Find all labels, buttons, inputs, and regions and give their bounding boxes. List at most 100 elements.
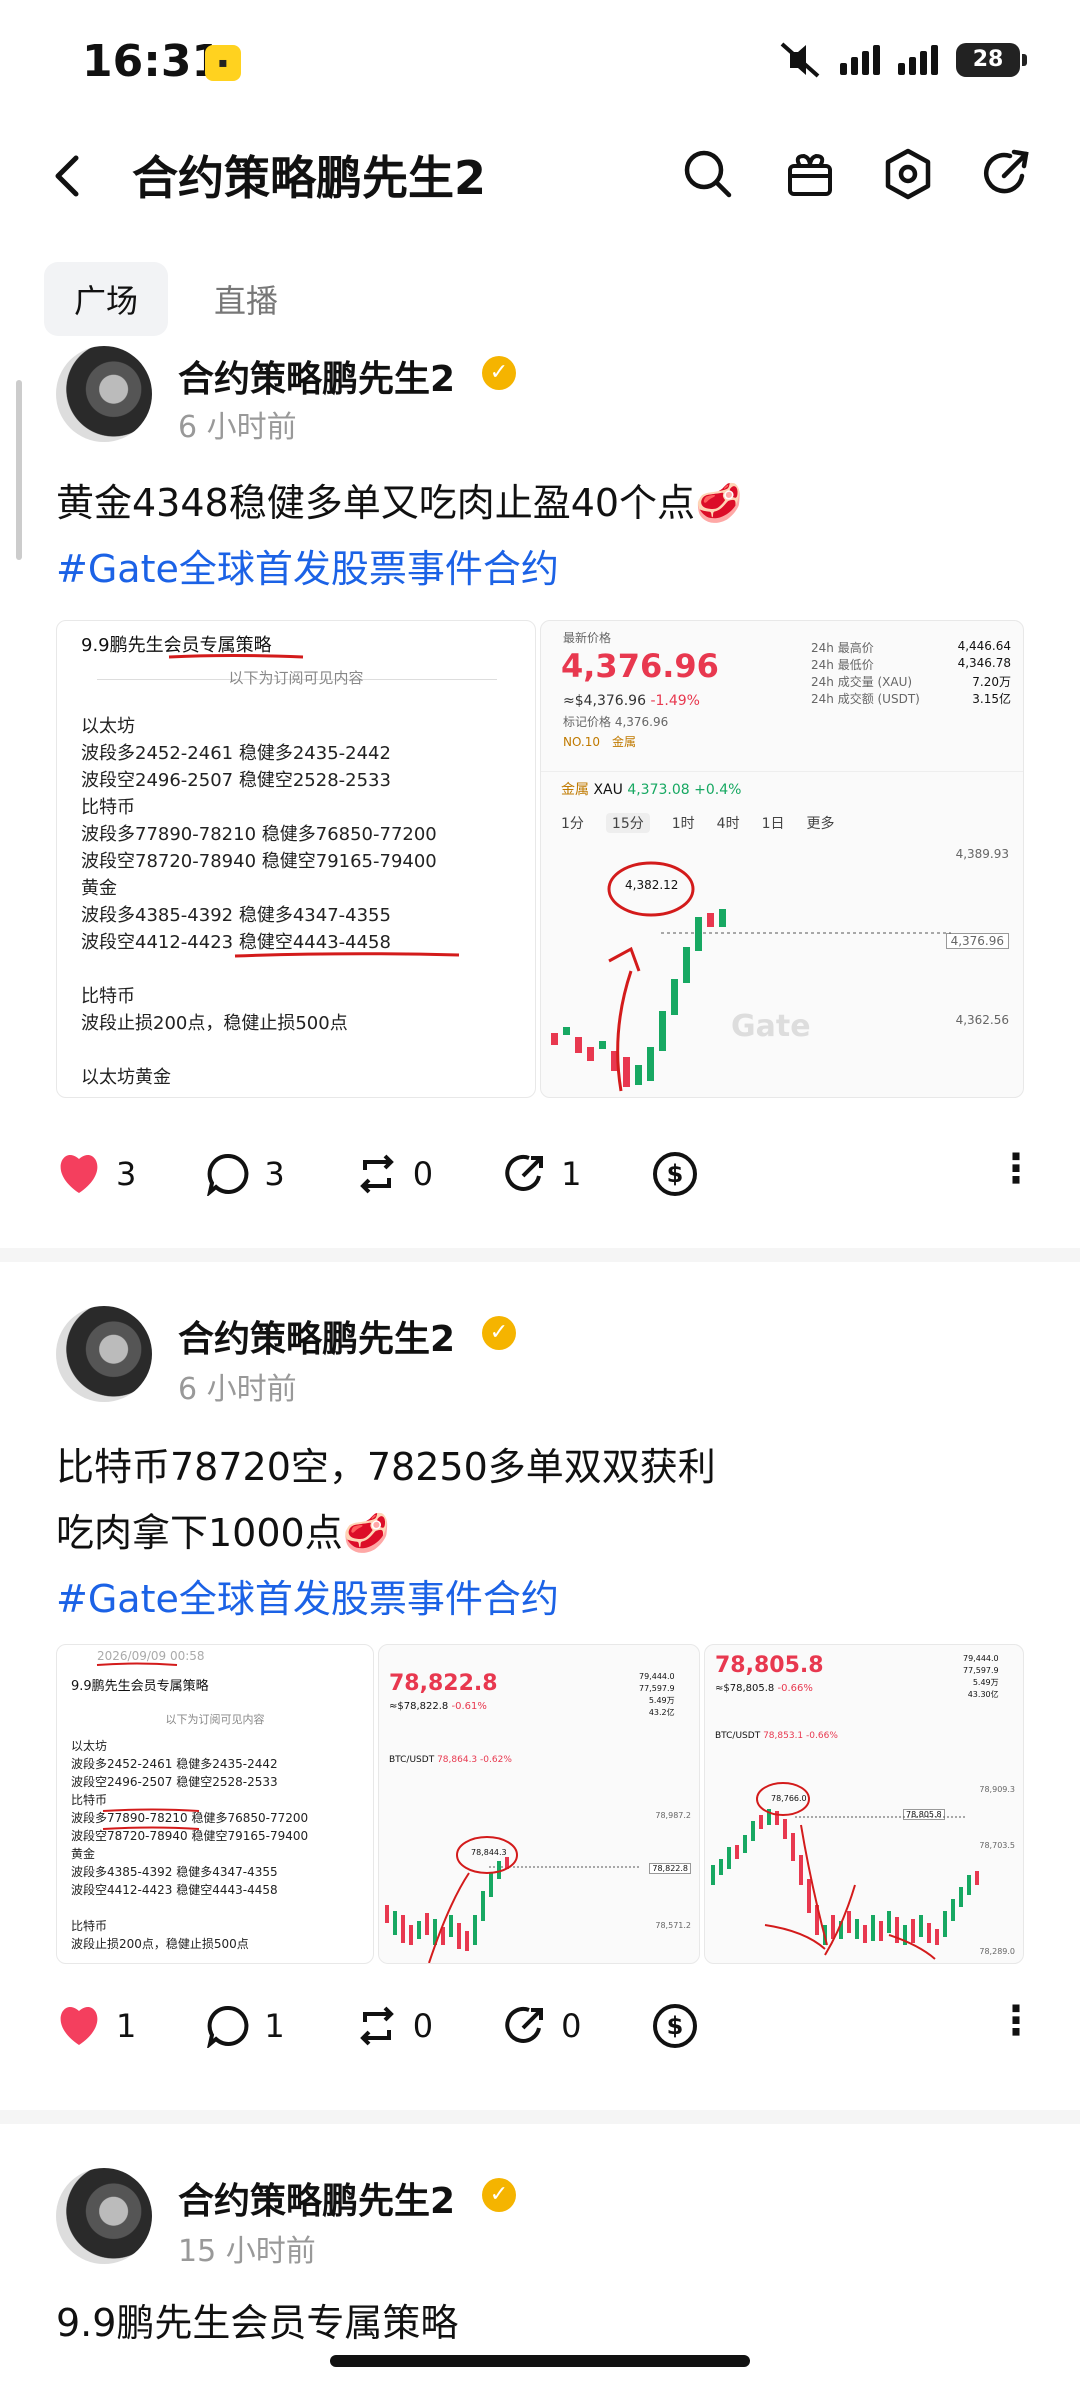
like-button[interactable]: 1 bbox=[56, 2005, 136, 2047]
tip-dollar-icon: $ bbox=[653, 1152, 698, 1196]
annotation-underline bbox=[168, 654, 304, 659]
tab-bar: 广场 直播 bbox=[44, 262, 308, 336]
post-divider bbox=[0, 2110, 1080, 2124]
like-button[interactable]: 3 bbox=[56, 1153, 136, 1195]
post-author[interactable]: 合约策略鹏先生2 bbox=[178, 2172, 455, 2224]
share-icon bbox=[505, 1154, 544, 1191]
post-image-doc[interactable]: 2026/09/09 00:58 9.9鹏先生会员专属策略 以下为订阅可见内容 … bbox=[56, 1644, 374, 1964]
post-text: 黄金4348稳健多单又吃肉止盈40个点🥩 #Gate全球首发股票事件合约 bbox=[56, 470, 742, 602]
share-button[interactable]: 1 bbox=[503, 1152, 581, 1196]
system-icons: 28 bbox=[778, 42, 1027, 78]
candles bbox=[551, 909, 726, 1087]
mark-price: 标记价格 4,376.96 bbox=[563, 715, 669, 729]
svg-text:$: $ bbox=[667, 1160, 684, 1188]
post-actions: 1 1 0 0 $ bbox=[56, 2002, 769, 2050]
verified-icon: ✓ bbox=[482, 2178, 516, 2212]
pair-change: +0.4% bbox=[694, 782, 742, 798]
post-text: 比特币78720空，78250多单双双获利 吃肉拿下1000点🥩 #Gate全球… bbox=[56, 1434, 716, 1632]
chart-price: 78,822.8 bbox=[389, 1671, 498, 1696]
svg-text:$: $ bbox=[667, 2012, 684, 2040]
more-icon[interactable]: ⋮ bbox=[996, 1998, 1036, 2044]
heart-icon bbox=[60, 1155, 98, 1193]
post-text-line: 9.9鹏先生会员专属策略 bbox=[56, 2301, 459, 2345]
search-icon[interactable] bbox=[680, 146, 736, 202]
status-bar: 16:31 ▪ 28 bbox=[0, 0, 1080, 120]
avatar[interactable] bbox=[56, 346, 152, 442]
scroll-indicator bbox=[16, 380, 22, 560]
svg-text:78,766.0: 78,766.0 bbox=[771, 1794, 807, 1803]
pair-price: 4,373.08 bbox=[627, 782, 690, 798]
interval-tabs: 1分 15分 1时 4时 1日 更多 bbox=[561, 813, 835, 833]
post-author[interactable]: 合约策略鹏先生2 bbox=[178, 1310, 455, 1362]
doc-subtitle: 以下为订阅可见内容 bbox=[228, 669, 364, 687]
stats-panel: 79,444.0 77,597.9 5.49万 43.2亿 bbox=[639, 1672, 675, 1717]
comment-button[interactable]: 3 bbox=[206, 1152, 285, 1196]
chart-price: 4,376.96 bbox=[561, 647, 719, 685]
post-text: 9.9鹏先生会员专属策略 bbox=[56, 2290, 458, 2356]
chart-price: 78,805.8 bbox=[715, 1653, 824, 1678]
settings-hex-icon[interactable] bbox=[880, 146, 936, 202]
share-icon bbox=[505, 2006, 544, 2043]
post-time: 6 小时前 bbox=[178, 1372, 297, 1407]
post-hashtag[interactable]: #Gate全球首发股票事件合约 bbox=[56, 1566, 716, 1632]
tab-live[interactable]: 直播 bbox=[184, 262, 308, 336]
tip-dollar-icon: $ bbox=[653, 2004, 698, 2048]
candlestick-chart: 78,844.3 bbox=[385, 1836, 639, 1963]
top-header: 合约策略鹏先生2 bbox=[0, 120, 1080, 230]
page-title: 合约策略鹏先生2 bbox=[132, 151, 487, 205]
tip-button[interactable]: $ bbox=[651, 2002, 699, 2050]
repost-icon bbox=[359, 1154, 394, 1194]
post-text-line: 比特币78720空，78250多单双双获利 bbox=[56, 1445, 716, 1489]
post-time: 15 小时前 bbox=[178, 2234, 316, 2269]
post-image-chart[interactable]: 78,822.8 ≈$78,822.8 -0.61% 79,444.0 77,59… bbox=[378, 1644, 700, 1964]
post-hashtag[interactable]: #Gate全球首发股票事件合约 bbox=[56, 536, 742, 602]
share-button[interactable]: 0 bbox=[503, 2004, 581, 2048]
repost-button[interactable]: 0 bbox=[355, 2004, 433, 2048]
tab-plaza[interactable]: 广场 bbox=[44, 262, 169, 336]
avatar[interactable] bbox=[56, 1306, 152, 1402]
stats-panel: 79,444.0 77,597.9 5.49万 43.30亿 bbox=[963, 1654, 999, 1699]
repost-button[interactable]: 0 bbox=[355, 1152, 433, 1196]
post-author[interactable]: 合约策略鹏先生2 bbox=[178, 350, 455, 402]
back-arrow-icon[interactable] bbox=[48, 146, 88, 206]
hi-label: 4,382.12 bbox=[625, 878, 678, 892]
pair-name: XAU bbox=[593, 782, 623, 798]
post-actions: 3 3 0 1 $ bbox=[56, 1150, 769, 1198]
doc-body: 以太坊 波段多2452-2461 稳健多2435-2442 波段空2496-25… bbox=[81, 716, 437, 1088]
post-image-doc[interactable]: 9.9鹏先生会员专属策略 以下为订阅可见内容 以太坊 波段多2452-2461 … bbox=[56, 620, 536, 1098]
comment-icon bbox=[207, 1153, 249, 1196]
rank-badge: NO.10 bbox=[563, 735, 601, 749]
signal-icon-2 bbox=[898, 45, 938, 75]
share-arrow-icon[interactable] bbox=[978, 146, 1034, 202]
comment-button[interactable]: 1 bbox=[206, 2004, 285, 2048]
pair-category: 金属 bbox=[561, 782, 589, 798]
more-icon[interactable]: ⋮ bbox=[996, 1146, 1036, 1192]
gift-icon[interactable] bbox=[782, 146, 838, 202]
post-time: 6 小时前 bbox=[178, 410, 297, 445]
verified-icon: ✓ bbox=[482, 1316, 516, 1350]
comment-icon bbox=[207, 2005, 249, 2048]
post-divider bbox=[0, 1248, 1080, 1262]
candlestick-chart: 4,382.12 bbox=[551, 861, 951, 1092]
candlestick-chart: 78,766.0 bbox=[711, 1782, 979, 1960]
post-text-line: 黄金4348稳健多单又吃肉止盈40个点🥩 bbox=[56, 481, 743, 525]
chart-price-sub: ≈$4,376.96 bbox=[563, 693, 646, 709]
tip-button[interactable]: $ bbox=[651, 1150, 699, 1198]
latest-price-label: 最新价格 bbox=[563, 631, 612, 645]
stats-panel: 24h 最高价 4,446.64 24h 最低价 4,346.78 24h 成交量 … bbox=[811, 639, 1011, 706]
post-image-chart[interactable]: 78,805.8 ≈$78,805.8 -0.66% 79,444.0 77,59… bbox=[704, 1644, 1024, 1964]
verified-icon: ✓ bbox=[482, 356, 516, 390]
annotation-marks bbox=[96, 1662, 200, 1830]
repost-icon bbox=[359, 2006, 394, 2046]
mute-vibrate-icon bbox=[780, 42, 820, 78]
annotation-underline-2 bbox=[234, 952, 460, 958]
battery-icon: 28 bbox=[956, 43, 1027, 77]
chart-change: -1.49% bbox=[650, 693, 700, 709]
category-badge: 金属 bbox=[612, 735, 637, 749]
avatar[interactable] bbox=[56, 2168, 152, 2264]
post-image-chart[interactable]: 最新价格 4,376.96 ≈$4,376.96 -1.49% 标记价格 4,3… bbox=[540, 620, 1024, 1098]
svg-text:78,844.3: 78,844.3 bbox=[471, 1848, 507, 1857]
status-time: 16:31 bbox=[82, 36, 223, 87]
signal-icon-1 bbox=[840, 45, 880, 75]
home-indicator[interactable] bbox=[330, 2355, 750, 2367]
